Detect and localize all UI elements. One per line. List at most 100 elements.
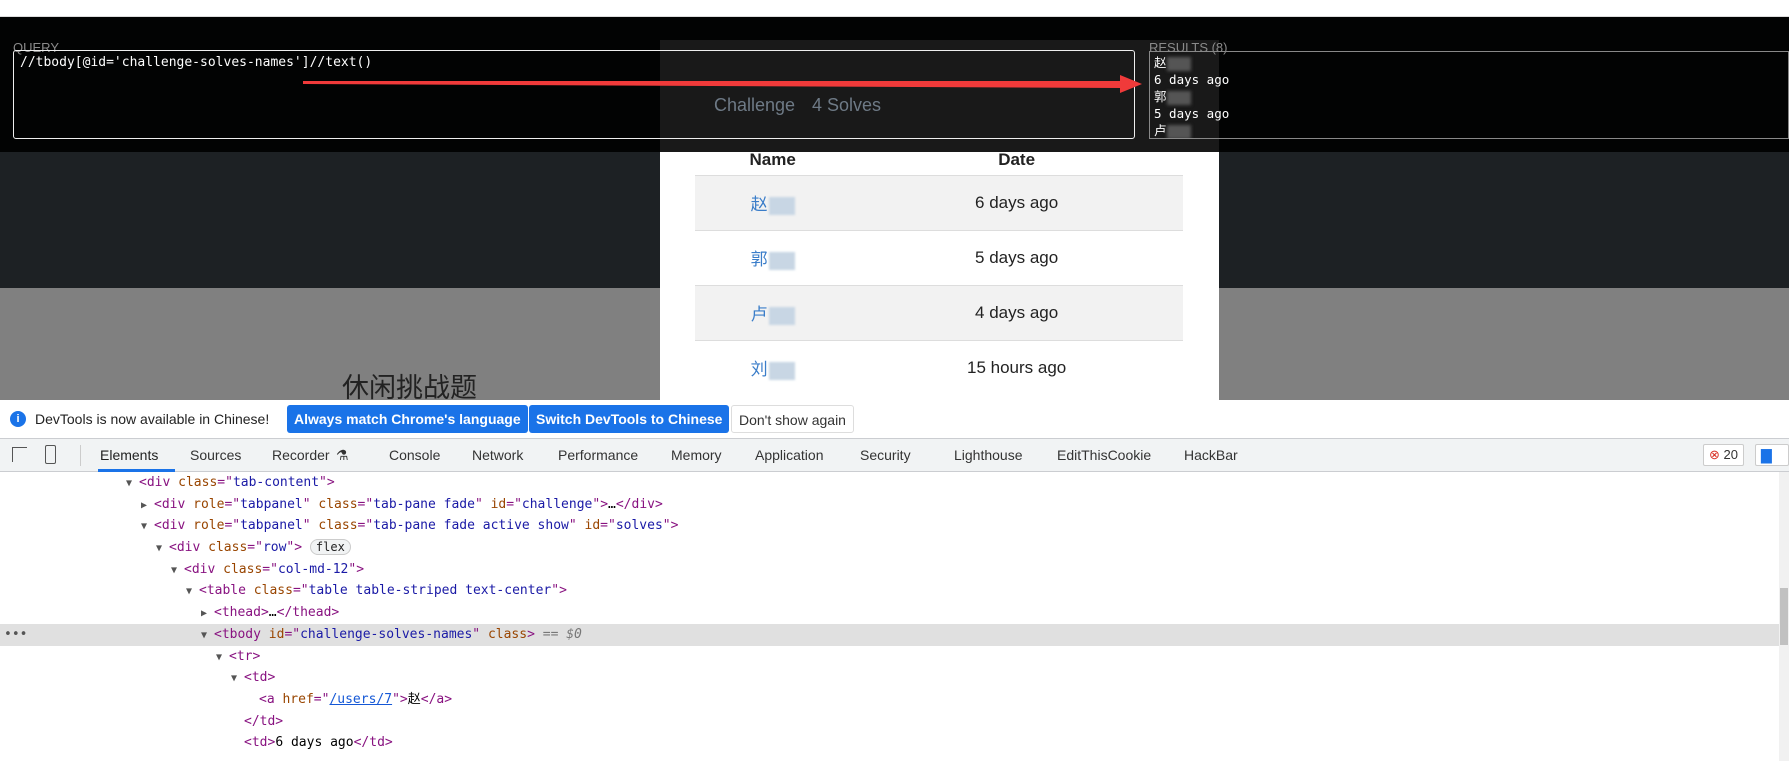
solve-date: 6 days ago xyxy=(850,174,1183,230)
redaction xyxy=(768,251,795,270)
xpath-results: 赵 6 days ago 郭 5 days ago 卢 xyxy=(1149,51,1789,139)
expanded-triangle-icon[interactable]: ▼ xyxy=(186,581,199,603)
dom-node[interactable]: <td>6 days ago</td> xyxy=(0,732,1779,754)
solver-name[interactable]: 刘 xyxy=(695,339,851,395)
expanded-triangle-icon[interactable]: ▼ xyxy=(156,538,169,560)
result-item: 卢 xyxy=(1154,122,1784,138)
collapsed-triangle-icon[interactable]: ▶ xyxy=(141,495,154,517)
divider xyxy=(80,445,81,466)
always-match-language-button[interactable]: Always match Chrome's language xyxy=(287,405,528,433)
redaction xyxy=(1166,56,1191,71)
notice-text: DevTools is now available in Chinese! xyxy=(35,411,270,427)
xpath-query-input[interactable]: //tbody[@id='challenge-solves-names']//t… xyxy=(13,50,1135,139)
tab-memory[interactable]: Memory xyxy=(671,447,722,463)
node-markup: <div role="tabpanel" class="tab-pane fad… xyxy=(154,518,679,534)
tab-sources[interactable]: Sources xyxy=(190,447,241,463)
node-markup: <td> xyxy=(244,670,276,686)
dom-node[interactable]: ▼ <div class="col-md-12"> xyxy=(0,559,1779,581)
tab-security[interactable]: Security xyxy=(860,447,911,463)
expanded-triangle-icon[interactable]: ▼ xyxy=(216,647,229,669)
tab-performance[interactable]: Performance xyxy=(558,447,638,463)
tab-network[interactable]: Network xyxy=(472,447,523,463)
node-markup: <div class="tab-content"> xyxy=(139,475,335,490)
dom-node[interactable]: ▼ <tr> xyxy=(0,646,1779,668)
scrollbar-thumb[interactable] xyxy=(1780,588,1788,645)
tab-console[interactable]: Console xyxy=(389,447,440,463)
table-row: 赵 6 days ago xyxy=(695,174,1183,230)
dom-node[interactable]: </td> xyxy=(0,711,1779,733)
tab-hackbar[interactable]: HackBar xyxy=(1184,447,1238,463)
tab-elements[interactable]: Elements xyxy=(100,447,158,463)
dom-node[interactable]: ▼ <div class="tab-content"> xyxy=(0,472,1779,494)
redaction xyxy=(768,196,795,215)
bookmarks-bar xyxy=(0,0,1789,17)
flex-badge[interactable]: flex xyxy=(309,539,351,556)
dom-node[interactable]: ▶ <div role="tabpanel" class="tab-pane fa… xyxy=(0,494,1779,516)
expanded-triangle-icon[interactable]: ▼ xyxy=(231,668,244,690)
redaction xyxy=(768,306,795,325)
result-item: 赵 xyxy=(1154,54,1784,71)
dom-node[interactable]: ▶ <thead>…</thead> xyxy=(0,602,1779,624)
error-icon: ⊗ xyxy=(1709,447,1720,462)
device-toolbar-icon[interactable] xyxy=(45,445,56,464)
elements-tree: ▼ <div class="tab-content"> ▶ <div role="ta… xyxy=(0,472,1779,761)
redaction xyxy=(1166,90,1191,105)
result-text: 赵 xyxy=(1154,55,1167,70)
switch-to-chinese-button[interactable]: Switch DevTools to Chinese xyxy=(529,405,730,433)
result-text: 5 days ago xyxy=(1154,106,1230,121)
result-text: 郭 xyxy=(1154,89,1167,104)
user-link[interactable]: 刘 xyxy=(751,360,768,379)
dom-node[interactable]: ▼ <table class="table table-striped text-… xyxy=(0,580,1779,602)
solve-date: 15 hours ago xyxy=(850,339,1183,395)
errors-button[interactable]: ⊗ 20 xyxy=(1703,444,1744,466)
tab-recorder[interactable]: Recorder xyxy=(272,447,330,463)
expanded-triangle-icon[interactable]: ▼ xyxy=(171,560,184,582)
solver-name[interactable]: 卢 xyxy=(695,284,851,340)
dom-node[interactable]: ▼ <td> xyxy=(0,667,1779,689)
flask-icon: ⚗ xyxy=(336,447,349,463)
user-link[interactable]: 卢 xyxy=(751,305,768,324)
node-markup: <thead>…</thead> xyxy=(214,605,340,621)
dom-node[interactable]: ••• ▼ <tbody id="challenge-solves-names" c… xyxy=(0,623,1779,647)
table-row: 郭 5 days ago xyxy=(695,229,1183,285)
dont-show-again-button[interactable]: Don't show again xyxy=(731,405,854,433)
tab-solves[interactable]: 4 Solves xyxy=(812,95,881,116)
devtools-language-notice: i DevTools is now available in Chinese! … xyxy=(0,400,1789,438)
result-text: 卢 xyxy=(1154,123,1167,138)
selected-marker: == $0 xyxy=(534,626,582,642)
tab-editthiscookie[interactable]: EditThisCookie xyxy=(1057,447,1151,463)
user-link[interactable]: 郭 xyxy=(751,250,768,269)
expanded-triangle-icon[interactable]: ▼ xyxy=(201,625,214,647)
devtools-tab-bar: Elements Sources Recorder ⚗ Console Network Pe… xyxy=(0,438,1789,472)
dom-node[interactable]: ▼ <div class="row"> flex xyxy=(0,537,1779,559)
node-markup: </td> xyxy=(244,713,284,729)
solver-name[interactable]: 郭 xyxy=(695,229,851,285)
expanded-triangle-icon[interactable]: ▼ xyxy=(126,473,139,495)
solve-date: 5 days ago xyxy=(850,229,1183,285)
expanded-triangle-icon[interactable]: ▼ xyxy=(141,516,154,538)
result-item: 郭 xyxy=(1154,88,1784,105)
page-heading: 休闲挑战题 xyxy=(342,373,477,400)
node-markup: <div role="tabpanel" class="tab-pane fad… xyxy=(154,496,663,512)
solver-name[interactable]: 赵 xyxy=(695,174,851,230)
result-item: 5 days ago xyxy=(1154,105,1784,122)
dom-node[interactable]: <a href="/users/7">赵</a> xyxy=(0,689,1779,711)
result-item: 6 days ago xyxy=(1154,71,1784,88)
tab-application[interactable]: Application xyxy=(755,447,824,463)
tab-lighthouse[interactable]: Lighthouse xyxy=(954,447,1023,463)
inspect-element-icon[interactable] xyxy=(12,447,27,462)
info-icon: i xyxy=(10,411,26,427)
user-link[interactable]: 赵 xyxy=(751,195,768,214)
messages-icon[interactable]: ▇ xyxy=(1755,444,1789,466)
dom-node[interactable]: ▼ <div role="tabpanel" class="tab-pane fa… xyxy=(0,515,1779,537)
collapsed-triangle-icon[interactable]: ▶ xyxy=(201,603,214,625)
node-markup: <a href="/users/7">赵</a> xyxy=(259,691,453,707)
node-markup: <td>6 days ago</td> xyxy=(244,735,393,751)
tab-challenge[interactable]: Challenge xyxy=(714,95,795,116)
node-markup: <div class="row"> xyxy=(169,540,303,556)
node-markup: <tbody id="challenge-solves-names" class… xyxy=(214,626,535,642)
result-text: 6 days ago xyxy=(1154,72,1230,87)
error-count: 20 xyxy=(1723,447,1738,462)
node-markup: <table class="table table-striped text-c… xyxy=(199,583,567,599)
more-options-icon[interactable]: ••• xyxy=(4,624,27,646)
